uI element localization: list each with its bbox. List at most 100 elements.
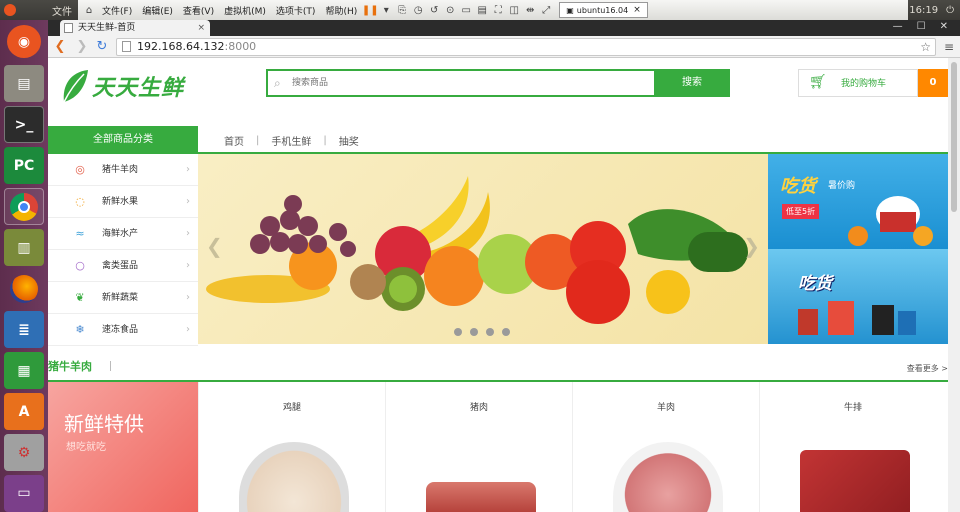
chrome-icon[interactable]: [4, 188, 44, 226]
power-icon[interactable]: ⏻: [946, 5, 954, 16]
product-image: [800, 450, 910, 512]
hero-slider[interactable]: ❮ ❯: [198, 154, 768, 344]
close-tab-icon[interactable]: ×: [197, 20, 205, 36]
manage-snapshots-icon[interactable]: ⊙: [443, 3, 457, 17]
category-item[interactable]: ❄ 速冻食品 ›: [48, 314, 198, 346]
console-view-icon[interactable]: ▭: [459, 3, 473, 17]
pycharm-icon[interactable]: PC: [4, 147, 44, 185]
chevron-right-icon: ›: [186, 260, 190, 271]
window-controls: — ☐ ✕: [893, 20, 948, 34]
meat-icon: ◎: [75, 163, 85, 176]
unity-icon[interactable]: ◫: [507, 3, 521, 17]
bookmark-star-icon[interactable]: ☆: [920, 39, 931, 55]
slider-dot[interactable]: [454, 328, 462, 336]
nav-separator: |: [323, 134, 327, 146]
vm-menu-help[interactable]: 帮助(H): [321, 4, 361, 17]
reload-icon[interactable]: ↻: [94, 39, 110, 55]
cart-link[interactable]: 🛒︎ 我的购物车: [798, 69, 918, 97]
network-adapter-icon[interactable]: ⎘: [395, 3, 409, 17]
main-nav: 全部商品分类 首页 | 手机生鲜 | 抽奖: [48, 126, 948, 154]
files-icon[interactable]: ▤: [4, 65, 44, 103]
search-button[interactable]: 搜索: [654, 69, 730, 97]
nav-links: 首页 | 手机生鲜 | 抽奖: [224, 126, 359, 154]
autofit-icon[interactable]: ⤢: [539, 3, 553, 17]
slider-prev-icon[interactable]: ❮: [206, 234, 223, 258]
category-item[interactable]: ◎ 猪牛羊肉 ›: [48, 154, 198, 186]
product-card[interactable]: 猪肉: [385, 382, 572, 512]
dropdown-icon[interactable]: ▾: [379, 3, 393, 17]
address-bar[interactable]: 192.168.64.132:8000 ☆: [116, 38, 936, 56]
vm-home-icon[interactable]: ⌂: [82, 3, 96, 17]
snapshot-icon[interactable]: ◷: [411, 3, 425, 17]
product-card[interactable]: 鸡腿: [198, 382, 385, 512]
stretch-icon[interactable]: ⇹: [523, 3, 537, 17]
category-item[interactable]: ○ 禽类蛋品 ›: [48, 250, 198, 282]
page-info-icon[interactable]: [122, 41, 131, 52]
product-card[interactable]: 羊肉: [572, 382, 759, 512]
category-item[interactable]: ≈ 海鲜水产 ›: [48, 218, 198, 250]
fullscreen-icon[interactable]: ⛶: [491, 3, 505, 17]
panel-app-menu[interactable]: 文件: [52, 3, 72, 18]
nav-link-lottery[interactable]: 抽奖: [339, 133, 359, 148]
all-categories-button[interactable]: 全部商品分类: [48, 126, 198, 154]
nav-link-home[interactable]: 首页: [224, 133, 244, 148]
slider-dots: [454, 328, 510, 336]
vm-menu-edit[interactable]: 编辑(E): [138, 4, 177, 17]
settings-icon[interactable]: ⚙: [4, 434, 44, 471]
slider-dot[interactable]: [502, 328, 510, 336]
maximize-icon[interactable]: ☐: [917, 20, 926, 34]
close-window-icon[interactable]: [4, 4, 16, 16]
browser-tab[interactable]: 天天生鲜-首页 ×: [60, 20, 210, 36]
close-icon[interactable]: ✕: [940, 20, 948, 34]
vm-menu-view[interactable]: 查看(V): [179, 4, 218, 17]
site-logo[interactable]: 天天生鲜: [60, 66, 184, 106]
close-tab-icon[interactable]: ×: [633, 5, 641, 15]
category-label: 海鲜水产: [102, 229, 139, 239]
chevron-right-icon: ›: [186, 196, 190, 207]
more-link[interactable]: 查看更多 >: [907, 363, 948, 374]
back-icon[interactable]: ❮: [52, 39, 68, 55]
chevron-right-icon: ›: [186, 292, 190, 303]
writer-icon[interactable]: ≣: [4, 311, 44, 349]
category-item[interactable]: ❦ 新鲜蔬菜 ›: [48, 282, 198, 314]
product-card[interactable]: 牛排: [759, 382, 946, 512]
clock[interactable]: 16:19: [909, 5, 938, 16]
vm-menu-file[interactable]: 文件(F): [98, 4, 136, 17]
software-center-icon[interactable]: A: [4, 393, 44, 431]
workspace-icon[interactable]: ▭: [4, 475, 44, 512]
category-item[interactable]: ◌ 新鲜水果 ›: [48, 186, 198, 218]
promo-banner-1[interactable]: 吃货 暑价购 低至5折: [768, 154, 948, 249]
search-input[interactable]: [292, 71, 652, 95]
firefox-icon[interactable]: [4, 270, 44, 307]
vm-menu-tabs[interactable]: 选项卡(T): [272, 4, 320, 17]
frozen-icon: ❄: [75, 323, 85, 336]
forward-icon[interactable]: ❯: [74, 39, 90, 55]
category-label: 新鲜蔬菜: [102, 293, 139, 303]
category-list: ◎ 猪牛羊肉 › ◌ 新鲜水果 › ≈ 海鲜水产 › ○ 禽类蛋品 › ❦ 新鲜蔬菜 › ❄ 速冻食品 ›: [48, 154, 198, 346]
books-icon[interactable]: ▥: [4, 229, 44, 267]
calc-icon[interactable]: ▦: [4, 352, 44, 390]
pause-icon[interactable]: ❚❚: [362, 3, 379, 17]
scrollbar-thumb[interactable]: [951, 62, 957, 212]
terminal-icon[interactable]: >_: [4, 106, 44, 144]
revert-snapshot-icon[interactable]: ↺: [427, 3, 441, 17]
slider-dot[interactable]: [470, 328, 478, 336]
browser-menu-icon[interactable]: ≡: [944, 40, 954, 54]
category-label: 速冻食品: [102, 325, 139, 335]
slider-next-icon[interactable]: ❯: [743, 234, 760, 258]
page-scrollbar[interactable]: [948, 58, 960, 512]
category-label: 禽类蛋品: [102, 261, 139, 271]
vm-tab[interactable]: ▣ ubuntu16.04 ×: [559, 2, 648, 18]
nav-link-mobile[interactable]: 手机生鲜: [271, 133, 311, 148]
ubuntu-dash-icon[interactable]: ◉: [7, 25, 41, 59]
category-label: 新鲜水果: [102, 197, 139, 207]
section-banner[interactable]: 新鲜特供 想吃就吃: [48, 382, 198, 512]
slider-dot[interactable]: [486, 328, 494, 336]
fruit-image: [206, 176, 748, 324]
thumbnail-view-icon[interactable]: ▤: [475, 3, 489, 17]
ubuntu-launcher: ◉ ▤ >_ PC ▥ ≣ ▦ A ⚙ ▭: [0, 20, 48, 512]
cart-label: 我的购物车: [841, 79, 887, 89]
minimize-icon[interactable]: —: [893, 20, 903, 34]
promo-banner-2[interactable]: 吃货: [768, 249, 948, 344]
vm-menu-vm[interactable]: 虚拟机(M): [220, 4, 270, 17]
